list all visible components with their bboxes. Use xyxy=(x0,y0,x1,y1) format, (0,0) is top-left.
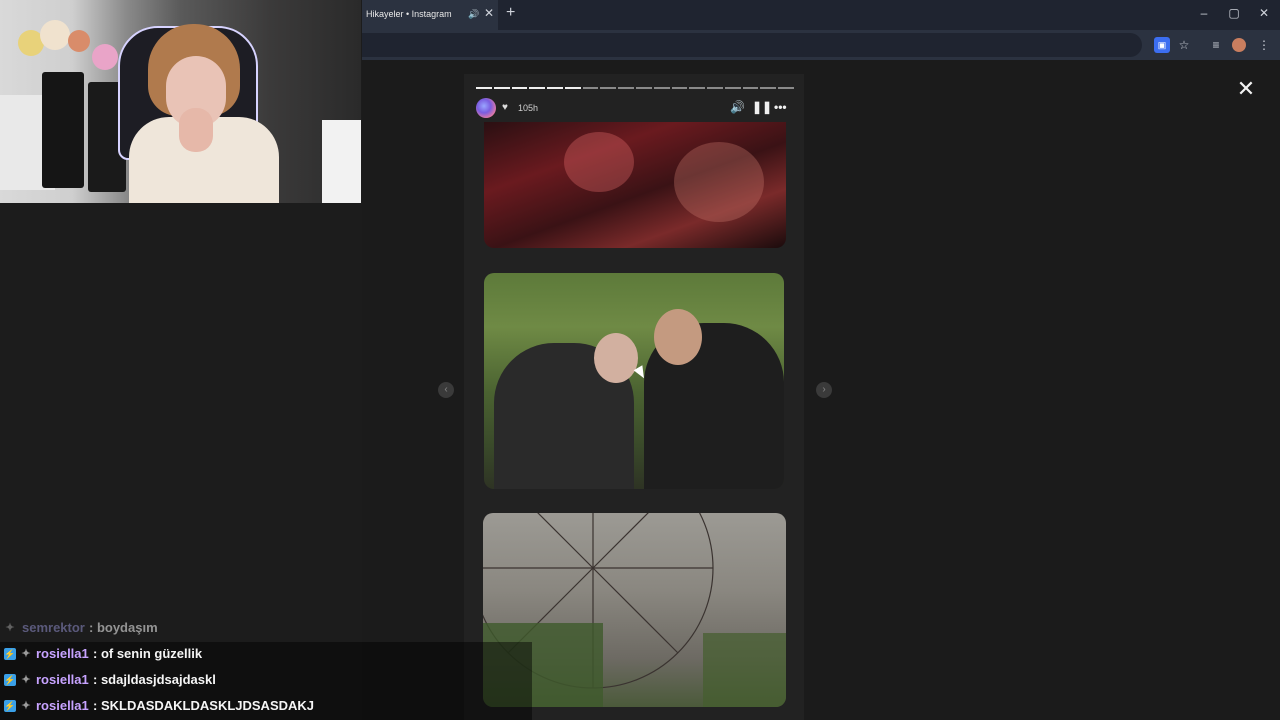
webcam-overlay xyxy=(0,0,361,203)
heart-icon: ♥ xyxy=(502,102,508,113)
profile-avatar-icon[interactable] xyxy=(1232,38,1246,52)
progress-segment xyxy=(511,87,528,89)
progress-segment xyxy=(636,87,652,89)
story-header: ♥ 105h 🔊 ❚❚ ••• xyxy=(476,98,794,120)
next-story-button[interactable]: › xyxy=(816,382,832,398)
prev-story-button[interactable]: ‹ xyxy=(438,382,454,398)
image-face-left xyxy=(594,333,638,383)
browser-tab[interactable]: Hikayeler • Instagram 🔊 ✕ xyxy=(362,0,498,30)
speaker-icon[interactable]: 🔊 xyxy=(468,9,479,20)
chat-text: : sdajldasjdsajdaskl xyxy=(93,672,216,687)
progress-segment xyxy=(671,87,688,89)
progress-segment xyxy=(618,87,634,89)
chat-text: : SKLDASDAKLDASKLJDSASDAKJ xyxy=(93,698,315,713)
story-time: 105h xyxy=(518,103,539,113)
webcam-speaker xyxy=(42,72,84,188)
story-image-nightclub xyxy=(484,122,786,248)
chat-message: ⚡ ✦ rosiella1 : SKLDASDAKLDASKLJDSASDAKJ xyxy=(0,694,532,718)
volume-icon[interactable]: 🔊 xyxy=(730,100,745,114)
progress-segment xyxy=(653,87,670,89)
chat-badge-icon: ✦ xyxy=(5,622,15,634)
screen: Hikayeler • Instagram 🔊 ✕ + – ▢ ✕ ▣ ☆ ≡ … xyxy=(0,0,1280,720)
image-detail xyxy=(674,142,764,222)
pause-icon[interactable]: ❚❚ xyxy=(752,100,772,114)
chat-badge-icon: ✦ xyxy=(21,700,31,712)
webcam-plush xyxy=(68,30,90,52)
progress-segment xyxy=(600,87,617,89)
progress-segment xyxy=(476,87,492,89)
chat-username: rosiella1 xyxy=(36,672,89,687)
close-window-button[interactable]: ✕ xyxy=(1254,6,1274,20)
chat-username: semrektor xyxy=(22,620,85,635)
more-icon[interactable]: ••• xyxy=(774,100,787,114)
story-progress-bar xyxy=(476,87,794,89)
chat-badge-icon: ✦ xyxy=(21,674,31,686)
progress-segment xyxy=(742,87,759,89)
tab-close-icon[interactable]: ✕ xyxy=(484,6,494,20)
progress-segment xyxy=(547,87,563,89)
chat-username: rosiella1 xyxy=(36,646,89,661)
webcam-plush xyxy=(92,44,118,70)
chat-message: ⚡ ✦ rosiella1 : of senin güzellik xyxy=(0,642,532,666)
browser-toolbar: ▣ ☆ ≡ ⋮ xyxy=(362,30,1280,60)
chat-text: : of senin güzellik xyxy=(93,646,203,661)
progress-segment xyxy=(760,87,777,89)
kebab-menu-icon[interactable]: ⋮ xyxy=(1256,37,1272,53)
webcam-box xyxy=(322,120,361,203)
chat-message: ⚡✦semrektor: boydaşım xyxy=(0,616,532,640)
webcam-plush xyxy=(40,20,70,50)
media-queue-icon[interactable]: ≡ xyxy=(1208,37,1224,53)
address-bar[interactable] xyxy=(362,33,1142,57)
webcam-streamer xyxy=(123,22,298,203)
bookmark-star-icon[interactable]: ☆ xyxy=(1176,37,1192,53)
minimize-button[interactable]: – xyxy=(1194,6,1214,20)
close-stories-button[interactable]: ✕ xyxy=(1236,76,1256,102)
webcam-hand xyxy=(179,108,213,152)
progress-segment xyxy=(564,87,581,89)
chat-badge-icon: ✦ xyxy=(21,648,31,660)
new-tab-button[interactable]: + xyxy=(506,4,515,22)
progress-segment xyxy=(529,87,546,89)
progress-segment xyxy=(493,87,510,89)
progress-segment xyxy=(707,87,723,89)
subscriber-badge-icon: ⚡ xyxy=(4,674,16,686)
subscriber-badge-icon: ⚡ xyxy=(4,700,16,712)
story-image-couple xyxy=(484,273,784,489)
cast-extension-icon[interactable]: ▣ xyxy=(1154,37,1170,53)
progress-segment xyxy=(778,87,794,89)
tab-title: Hikayeler • Instagram xyxy=(366,9,452,19)
subscriber-badge-icon: ⚡ xyxy=(4,648,16,660)
progress-segment xyxy=(689,87,706,89)
chat-message: ⚡ ✦ rosiella1 : sdajldasjdsajdaskl xyxy=(0,668,532,692)
chat-text: : boydaşım xyxy=(89,620,158,635)
browser-tabstrip: Hikayeler • Instagram 🔊 ✕ + – ▢ ✕ xyxy=(362,0,1280,30)
progress-segment xyxy=(582,87,599,89)
image-face-right xyxy=(654,309,702,365)
chat-username: rosiella1 xyxy=(36,698,89,713)
story-avatar[interactable] xyxy=(476,98,496,118)
restore-button[interactable]: ▢ xyxy=(1224,6,1244,20)
image-detail xyxy=(564,132,634,192)
progress-segment xyxy=(724,87,741,89)
